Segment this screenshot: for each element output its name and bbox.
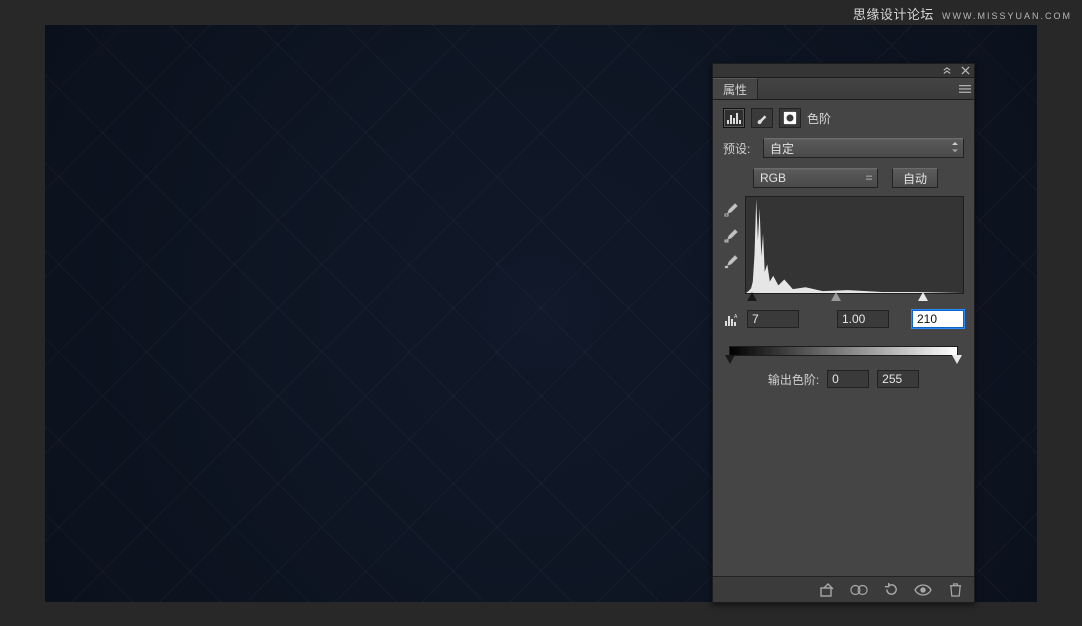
- brush-icon[interactable]: [751, 108, 773, 128]
- channel-dropdown[interactable]: RGB: [753, 168, 878, 188]
- watermark-text: 思缘设计论坛: [853, 7, 934, 22]
- shadow-input[interactable]: 7: [747, 310, 799, 328]
- panel-body: 色阶 预设: 自定 RGB 自动: [713, 100, 974, 394]
- preset-value: 自定: [770, 140, 794, 157]
- preset-dropdown[interactable]: 自定: [763, 138, 964, 158]
- eyedropper-white-icon[interactable]: [723, 254, 739, 270]
- svg-text:A: A: [734, 314, 738, 320]
- clip-to-layer-icon[interactable]: [818, 581, 836, 599]
- app-stage: 思缘设计论坛 WWW.MISSYUAN.COM 属性: [0, 0, 1082, 626]
- reset-icon[interactable]: [882, 581, 900, 599]
- output-black-input[interactable]: 0: [827, 370, 869, 388]
- histogram-area: [723, 196, 964, 294]
- auto-button[interactable]: 自动: [892, 168, 938, 188]
- watermark: 思缘设计论坛 WWW.MISSYUAN.COM: [853, 4, 1072, 23]
- highlight-input[interactable]: 210: [912, 310, 964, 328]
- panel-footer: [713, 576, 974, 602]
- visibility-icon[interactable]: [914, 581, 932, 599]
- panel-topbar: [713, 64, 974, 78]
- histogram-chart[interactable]: [745, 196, 964, 294]
- panel-tabs: 属性: [713, 78, 974, 100]
- adjustment-label: 色阶: [807, 110, 831, 127]
- preset-row: 预设: 自定: [723, 138, 964, 158]
- shadow-slider[interactable]: [747, 292, 757, 301]
- output-label: 输出色阶:: [768, 371, 819, 388]
- adjustment-type-row: 色阶: [723, 108, 964, 128]
- levels-mini-icon: A: [723, 312, 739, 326]
- panel-close-icon[interactable]: [960, 66, 970, 76]
- channel-value: RGB: [760, 171, 786, 185]
- tab-properties[interactable]: 属性: [713, 78, 758, 99]
- output-gradient[interactable]: [729, 346, 958, 356]
- input-levels-row: A 7 1.00 210: [723, 310, 964, 328]
- eyedropper-group: [723, 196, 739, 294]
- input-slider-track: [745, 292, 962, 306]
- panel-collapse-icon[interactable]: [942, 66, 952, 76]
- levels-icon[interactable]: [723, 108, 745, 128]
- preset-label: 预设:: [723, 140, 757, 157]
- trash-icon[interactable]: [946, 581, 964, 599]
- eyedropper-black-icon[interactable]: [723, 202, 739, 218]
- gamma-input[interactable]: 1.00: [837, 310, 889, 328]
- channel-row: RGB 自动: [723, 168, 964, 188]
- highlight-slider[interactable]: [918, 292, 928, 301]
- properties-panel: 属性 色阶 预设: 自定: [712, 63, 975, 603]
- panel-menu-icon[interactable]: [956, 78, 974, 99]
- output-white-input[interactable]: 255: [877, 370, 919, 388]
- eyedropper-gray-icon[interactable]: [723, 228, 739, 244]
- watermark-url: WWW.MISSYUAN.COM: [942, 11, 1072, 21]
- output-highlight-slider[interactable]: [952, 355, 962, 364]
- output-shadow-slider[interactable]: [725, 355, 735, 364]
- view-previous-icon[interactable]: [850, 581, 868, 599]
- output-levels-row: 输出色阶: 0 255: [723, 370, 964, 388]
- mask-icon[interactable]: [779, 108, 801, 128]
- midtone-slider[interactable]: [831, 292, 841, 301]
